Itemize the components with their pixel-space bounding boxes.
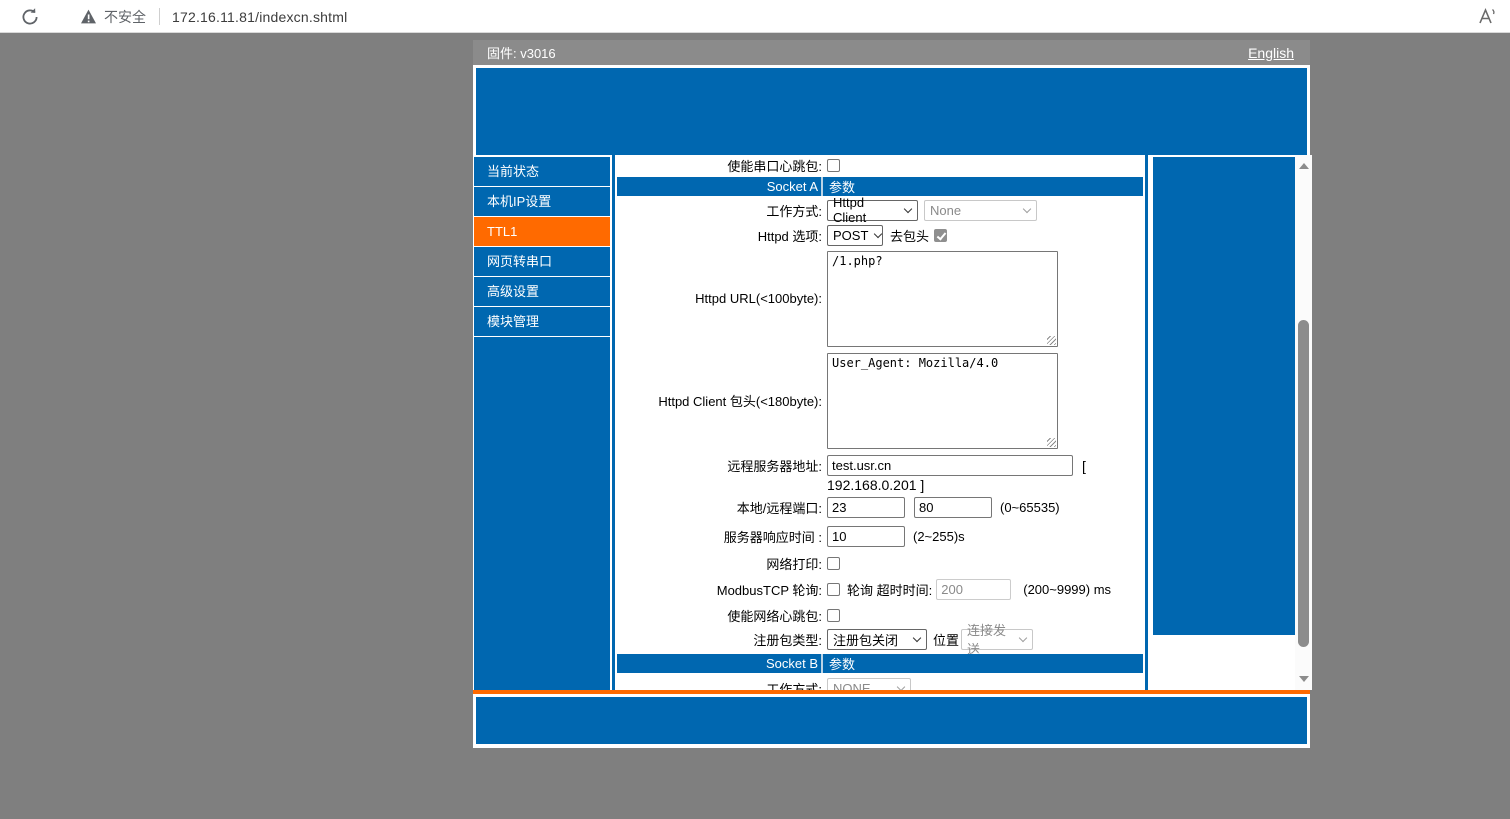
chevron-down-icon [874, 229, 882, 237]
local-port-input[interactable] [827, 497, 905, 518]
scrollbar-up-arrow-icon[interactable] [1299, 163, 1309, 169]
httpd-url-textarea[interactable]: /1.php? [827, 251, 1058, 347]
httpd-header-label: Httpd Client 包头(<180byte): [617, 391, 822, 410]
address-bar-divider [159, 8, 160, 25]
ports-label: 本地/远程端口: [617, 498, 822, 517]
english-language-link[interactable]: English [1248, 45, 1294, 61]
work-mode-b-label: 工作方式: [617, 679, 822, 691]
socket-a-header: Socket A 参数 [617, 177, 1143, 196]
ttl1-settings-form: 使能串口心跳包: Socket A 参数 工作方式: Httpd Client … [617, 155, 1143, 690]
work-mode-label: 工作方式: [617, 201, 822, 220]
help-panel [1153, 157, 1295, 635]
reload-icon[interactable] [18, 5, 42, 29]
chevron-down-icon [913, 633, 921, 641]
regpkt-type-label: 注册包类型: [617, 630, 822, 649]
regpkt-position-select[interactable]: 连接发送 [961, 629, 1033, 650]
remote-server-input[interactable] [827, 455, 1073, 476]
work-mode-sub-select[interactable]: None [924, 200, 1037, 221]
socket-b-title: Socket B [617, 656, 818, 671]
regpkt-position-label: 位置 [933, 630, 959, 649]
response-time-hint: (2~255)s [913, 529, 965, 544]
strip-header-label: 去包头 [890, 226, 929, 245]
resolved-ip-text: 192.168.0.201 ] [827, 477, 924, 493]
device-config-page: 固件: v3016 English 当前状态 本机IP设置 TTL1 网页转串口… [473, 40, 1310, 748]
regpkt-type-select[interactable]: 注册包关闭 [827, 629, 927, 650]
serial-heartbeat-checkbox[interactable] [827, 159, 840, 172]
socket-a-title: Socket A [617, 179, 818, 194]
response-time-input[interactable] [827, 526, 905, 547]
socket-b-params-label: 参数 [823, 654, 855, 673]
sidebar-item-module-manage[interactable]: 模块管理 [474, 307, 610, 337]
ports-range-hint: (0~65535) [1000, 500, 1060, 515]
remote-port-input[interactable] [914, 497, 992, 518]
form-left-border [612, 155, 615, 690]
net-print-label: 网络打印: [617, 554, 822, 573]
firmware-version-label: 固件: v3016 [487, 43, 556, 62]
content-scrollbar[interactable] [1295, 155, 1312, 690]
remote-server-label: 远程服务器地址: [617, 456, 822, 475]
scrollbar-down-arrow-icon[interactable] [1299, 676, 1309, 682]
response-time-label: 服务器响应时间 : [617, 527, 822, 546]
resize-handle-icon[interactable] [1047, 336, 1056, 345]
strip-header-checkbox[interactable] [934, 229, 947, 242]
socket-b-header: Socket B 参数 [617, 654, 1143, 673]
sidebar-menu: 当前状态 本机IP设置 TTL1 网页转串口 高级设置 模块管理 [474, 157, 610, 690]
work-mode-b-select[interactable]: NONE [827, 678, 911, 691]
security-status-label: 不安全 [104, 7, 146, 27]
read-aloud-icon[interactable] [1476, 6, 1498, 26]
httpd-url-label: Httpd URL(<100byte): [617, 291, 822, 306]
chevron-down-icon [904, 204, 912, 212]
modbus-range-hint: (200~9999) ms [1023, 582, 1111, 597]
chevron-down-icon [1019, 633, 1027, 641]
net-heartbeat-label: 使能网络心跳包: [617, 606, 822, 625]
socket-a-params-label: 参数 [823, 177, 855, 196]
not-secure-warning-icon [80, 9, 97, 24]
scrollbar-thumb[interactable] [1298, 320, 1309, 647]
net-heartbeat-checkbox[interactable] [827, 609, 840, 622]
chevron-down-icon [897, 682, 905, 690]
header-banner [476, 68, 1307, 155]
sidebar-item-advanced[interactable]: 高级设置 [474, 277, 610, 307]
form-right-border [1145, 155, 1148, 690]
resolved-ip-bracket: [ [1082, 458, 1086, 474]
httpd-option-label: Httpd 选项: [617, 226, 822, 245]
sidebar-item-ttl1[interactable]: TTL1 [474, 217, 610, 247]
modbus-timeout-label: 轮询 超时时间: [847, 580, 932, 599]
modbus-poll-label: ModbusTCP 轮询: [617, 580, 822, 599]
sidebar-item-current-status[interactable]: 当前状态 [474, 157, 610, 187]
footer-accent-rule [473, 690, 1310, 694]
footer-band [476, 697, 1307, 744]
work-mode-select[interactable]: Httpd Client [827, 200, 918, 221]
serial-heartbeat-label: 使能串口心跳包: [617, 156, 822, 175]
modbus-timeout-input[interactable] [936, 579, 1011, 600]
modbus-poll-checkbox[interactable] [827, 583, 840, 596]
httpd-header-textarea[interactable]: User_Agent: Mozilla/4.0 [827, 353, 1058, 449]
net-print-checkbox[interactable] [827, 557, 840, 570]
url-text[interactable]: 172.16.11.81/indexcn.shtml [172, 9, 347, 25]
chevron-down-icon [1023, 204, 1031, 212]
resize-handle-icon[interactable] [1047, 438, 1056, 447]
page-titlebar: 固件: v3016 English [473, 40, 1310, 65]
sidebar-item-web-to-serial[interactable]: 网页转串口 [474, 247, 610, 277]
browser-toolbar: 不安全 172.16.11.81/indexcn.shtml [0, 0, 1510, 33]
address-bar[interactable]: 不安全 172.16.11.81/indexcn.shtml [58, 1, 1470, 32]
httpd-method-select[interactable]: POST [827, 225, 883, 246]
sidebar-item-local-ip[interactable]: 本机IP设置 [474, 187, 610, 217]
